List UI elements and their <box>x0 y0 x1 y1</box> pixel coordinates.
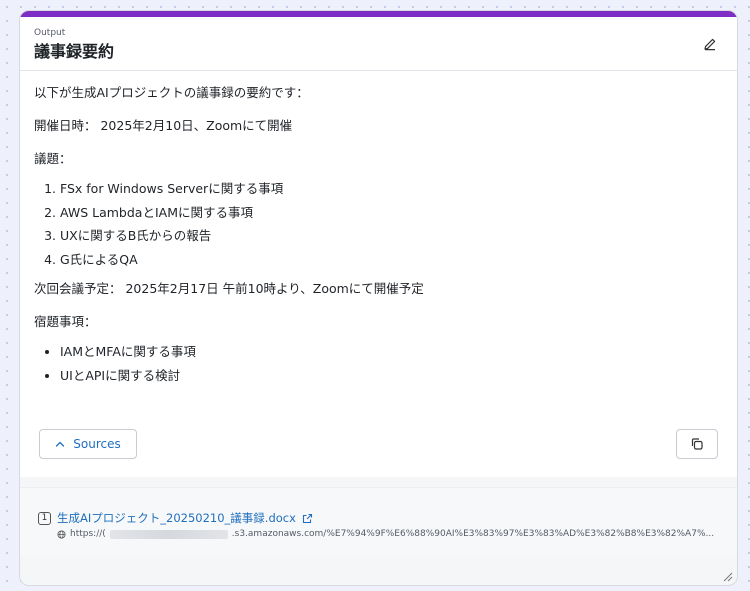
pencil-icon <box>704 38 716 51</box>
external-link-icon[interactable] <box>302 513 313 524</box>
source-url-suffix: .s3.amazonaws.com/%E7%94%9F%E6%88%90AI%E… <box>231 529 715 539</box>
source-link[interactable]: 生成AIプロジェクト_20250210_議事録.docx <box>57 510 296 526</box>
source-item: 1 生成AIプロジェクト_20250210_議事録.docx <box>38 510 719 526</box>
agenda-item: UXに関するB氏からの報告 <box>60 224 723 248</box>
agenda-heading: 議題： <box>34 151 72 166</box>
homework-heading: 宿題事項： <box>34 314 97 329</box>
sources-toggle-button[interactable]: Sources <box>39 429 137 459</box>
copy-button[interactable] <box>676 429 718 459</box>
homework-item: IAMとMFAに関する事項 <box>60 340 723 364</box>
card-header: Output 議事録要約 <box>20 17 737 71</box>
next-meeting: 次回会議予定： 2025年2月17日 午前10時より、Zoomにて開催予定 <box>34 281 424 296</box>
sources-panel: 1 生成AIプロジェクト_20250210_議事録.docx https://(… <box>20 487 737 557</box>
page-title: 議事録要約 <box>34 42 115 61</box>
copy-icon <box>691 438 703 450</box>
source-url: https://( .s3.amazonaws.com/%E7%94%9F%E6… <box>38 529 719 539</box>
agenda-item: AWS LambdaとIAMに関する事項 <box>60 201 723 225</box>
meeting-date: 開催日時： 2025年2月10日、Zoomにて開催 <box>34 118 293 133</box>
summary-body: 以下が生成AIプロジェクトの議事録の要約です： 開催日時： 2025年2月10日… <box>20 71 737 477</box>
header-label: Output <box>34 28 66 38</box>
homework-list: IAMとMFAに関する事項 UIとAPIに関する検討 <box>34 340 723 387</box>
summary-intro: 以下が生成AIプロジェクトの議事録の要約です： <box>34 85 309 100</box>
agenda-item: G氏によるQA <box>60 248 723 272</box>
edit-button[interactable] <box>701 35 719 53</box>
agenda-item: FSx for Windows Serverに関する事項 <box>60 177 723 201</box>
resize-handle-icon[interactable] <box>721 570 733 582</box>
redacted-text <box>109 529 228 539</box>
source-index: 1 <box>38 511 51 525</box>
globe-icon <box>57 529 66 539</box>
chevron-up-icon <box>56 441 65 447</box>
agenda-list: FSx for Windows Serverに関する事項 AWS Lambdaと… <box>34 177 723 271</box>
homework-item: UIとAPIに関する検討 <box>60 364 723 388</box>
output-card: Output 議事録要約 以下が生成AIプロジェクトの議事録の要約です： 開催日… <box>19 10 738 586</box>
sources-toggle-label: Sources <box>73 437 121 451</box>
source-url-prefix: https://( <box>70 529 106 539</box>
